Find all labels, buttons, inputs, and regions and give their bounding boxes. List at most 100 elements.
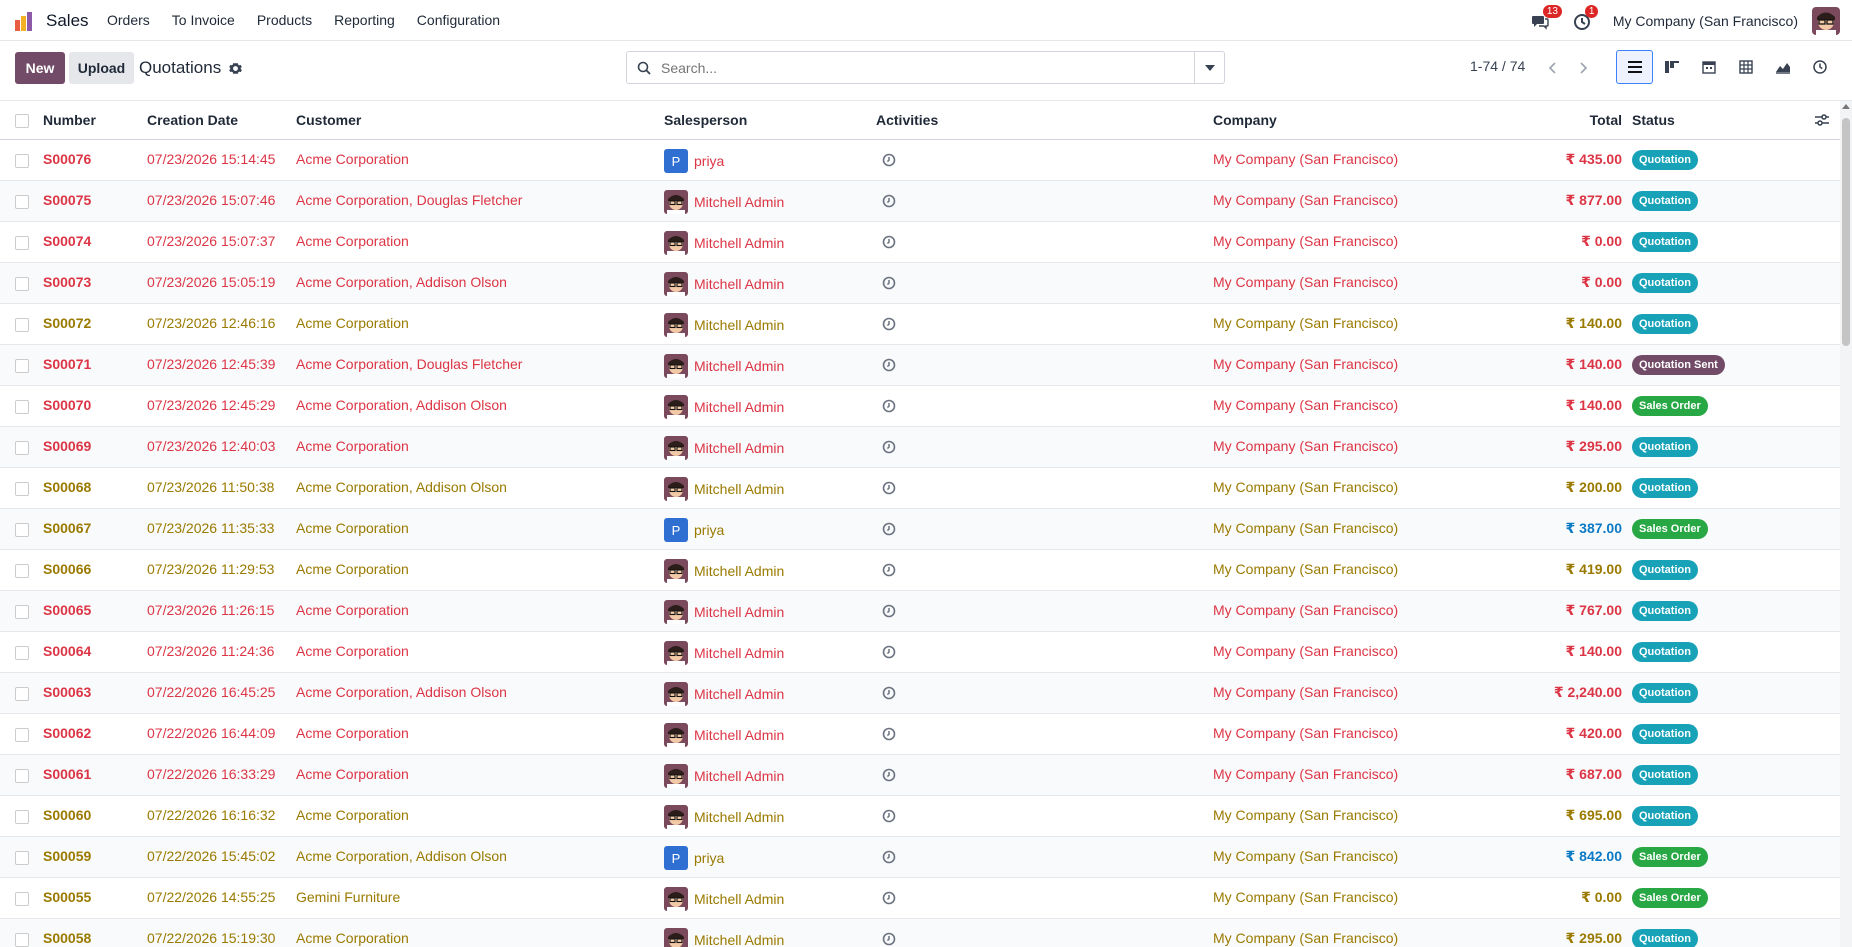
messages-button[interactable]: 13 xyxy=(1531,4,1562,32)
kanban-view-button[interactable] xyxy=(1653,50,1690,84)
column-header-total[interactable]: Total xyxy=(1590,112,1622,128)
search-input[interactable] xyxy=(661,52,1194,83)
activity-button[interactable] xyxy=(882,604,896,621)
row-checkbox[interactable] xyxy=(15,318,29,332)
user-avatar[interactable] xyxy=(1812,6,1840,35)
activities-button[interactable]: 1 xyxy=(1573,4,1599,32)
row-checkbox[interactable] xyxy=(15,769,29,783)
row-checkbox[interactable] xyxy=(15,810,29,824)
activity-button[interactable] xyxy=(882,399,896,416)
creation-date: 07/22/2026 16:45:25 xyxy=(147,684,276,700)
table-row[interactable]: S00066 07/23/2026 11:29:53 Acme Corporat… xyxy=(0,550,1840,591)
row-checkbox[interactable] xyxy=(15,482,29,496)
activity-button[interactable] xyxy=(882,850,896,867)
row-checkbox[interactable] xyxy=(15,564,29,578)
table-row[interactable]: S00061 07/22/2026 16:33:29 Acme Corporat… xyxy=(0,755,1840,796)
activity-button[interactable] xyxy=(882,276,896,293)
calendar-view-button[interactable] xyxy=(1690,50,1727,84)
app-name[interactable]: Sales xyxy=(46,11,89,31)
activity-button[interactable] xyxy=(882,358,896,375)
activity-view-button[interactable] xyxy=(1801,50,1838,84)
table-row[interactable]: S00074 07/23/2026 15:07:37 Acme Corporat… xyxy=(0,222,1840,263)
pager-value[interactable]: 1-74 / 74 xyxy=(1470,58,1525,74)
column-header-company[interactable]: Company xyxy=(1213,112,1277,128)
table-row[interactable]: S00073 07/23/2026 15:05:19 Acme Corporat… xyxy=(0,263,1840,304)
row-checkbox[interactable] xyxy=(15,236,29,250)
pager-previous-button[interactable] xyxy=(1537,52,1567,84)
gear-icon[interactable] xyxy=(229,62,243,75)
activity-button[interactable] xyxy=(882,235,896,252)
table-row[interactable]: S00075 07/23/2026 15:07:46 Acme Corporat… xyxy=(0,181,1840,222)
table-row[interactable]: S00069 07/23/2026 12:40:03 Acme Corporat… xyxy=(0,427,1840,468)
scroll-up-arrow[interactable] xyxy=(1842,104,1850,109)
salesperson: Mitchell Admin xyxy=(664,559,784,583)
optional-columns-icon[interactable] xyxy=(1815,114,1829,126)
row-checkbox[interactable] xyxy=(15,154,29,168)
row-checkbox[interactable] xyxy=(15,851,29,865)
activity-button[interactable] xyxy=(882,932,896,947)
activity-button[interactable] xyxy=(882,809,896,826)
column-header-customer[interactable]: Customer xyxy=(296,112,361,128)
row-checkbox[interactable] xyxy=(15,605,29,619)
table-row[interactable]: S00071 07/23/2026 12:45:39 Acme Corporat… xyxy=(0,345,1840,386)
row-checkbox[interactable] xyxy=(15,277,29,291)
activity-button[interactable] xyxy=(882,194,896,211)
row-checkbox[interactable] xyxy=(15,523,29,537)
company-switcher[interactable]: My Company (San Francisco) xyxy=(1613,13,1798,29)
table-row[interactable]: S00063 07/22/2026 16:45:25 Acme Corporat… xyxy=(0,673,1840,714)
menu-item-configuration[interactable]: Configuration xyxy=(417,12,500,28)
column-header-salesperson[interactable]: Salesperson xyxy=(664,112,747,128)
pivot-view-button[interactable] xyxy=(1727,50,1764,84)
column-header-status[interactable]: Status xyxy=(1632,112,1675,128)
activity-button[interactable] xyxy=(882,645,896,662)
column-header-number[interactable]: Number xyxy=(43,112,96,128)
row-checkbox[interactable] xyxy=(15,400,29,414)
activity-button[interactable] xyxy=(882,686,896,703)
graph-view-button[interactable] xyxy=(1764,50,1801,84)
activity-button[interactable] xyxy=(882,440,896,457)
table-row[interactable]: S00060 07/22/2026 16:16:32 Acme Corporat… xyxy=(0,796,1840,837)
table-row[interactable]: S00076 07/23/2026 15:14:45 Acme Corporat… xyxy=(0,140,1840,181)
menu-item-orders[interactable]: Orders xyxy=(107,12,150,28)
row-checkbox[interactable] xyxy=(15,646,29,660)
activity-button[interactable] xyxy=(882,522,896,539)
activity-button[interactable] xyxy=(882,563,896,580)
table-row[interactable]: S00070 07/23/2026 12:45:29 Acme Corporat… xyxy=(0,386,1840,427)
table-row[interactable]: S00058 07/22/2026 15:19:30 Acme Corporat… xyxy=(0,919,1840,947)
table-row[interactable]: S00062 07/22/2026 16:44:09 Acme Corporat… xyxy=(0,714,1840,755)
menu-item-reporting[interactable]: Reporting xyxy=(334,12,395,28)
row-checkbox[interactable] xyxy=(15,359,29,373)
column-header-creation-date[interactable]: Creation Date xyxy=(147,112,238,128)
select-all-checkbox[interactable] xyxy=(15,114,29,128)
row-checkbox[interactable] xyxy=(15,441,29,455)
activity-button[interactable] xyxy=(882,317,896,334)
activity-button[interactable] xyxy=(882,768,896,785)
menu-item-products[interactable]: Products xyxy=(257,12,312,28)
row-checkbox[interactable] xyxy=(15,728,29,742)
activity-button[interactable] xyxy=(882,481,896,498)
table-row[interactable]: S00064 07/23/2026 11:24:36 Acme Corporat… xyxy=(0,632,1840,673)
search-options-toggle[interactable] xyxy=(1194,52,1224,83)
table-row[interactable]: S00055 07/22/2026 14:55:25 Gemini Furnit… xyxy=(0,878,1840,919)
pager-next-button[interactable] xyxy=(1569,52,1599,84)
activity-button[interactable] xyxy=(882,153,896,170)
menu-item-to-invoice[interactable]: To Invoice xyxy=(172,12,235,28)
sales-app-icon[interactable] xyxy=(14,10,36,32)
list-icon xyxy=(1627,61,1642,73)
row-checkbox[interactable] xyxy=(15,892,29,906)
table-row[interactable]: S00059 07/22/2026 15:45:02 Acme Corporat… xyxy=(0,837,1840,878)
activity-button[interactable] xyxy=(882,727,896,744)
table-row[interactable]: S00067 07/23/2026 11:35:33 Acme Corporat… xyxy=(0,509,1840,550)
activity-button[interactable] xyxy=(882,891,896,908)
table-row[interactable]: S00072 07/23/2026 12:46:16 Acme Corporat… xyxy=(0,304,1840,345)
table-row[interactable]: S00068 07/23/2026 11:50:38 Acme Corporat… xyxy=(0,468,1840,509)
new-button[interactable]: New xyxy=(15,52,65,84)
upload-button[interactable]: Upload xyxy=(69,52,134,84)
row-checkbox[interactable] xyxy=(15,933,29,947)
list-view-button[interactable] xyxy=(1616,50,1653,84)
row-checkbox[interactable] xyxy=(15,195,29,209)
row-checkbox[interactable] xyxy=(15,687,29,701)
column-header-activities[interactable]: Activities xyxy=(876,112,938,128)
scrollbar-thumb[interactable] xyxy=(1842,118,1850,346)
table-row[interactable]: S00065 07/23/2026 11:26:15 Acme Corporat… xyxy=(0,591,1840,632)
